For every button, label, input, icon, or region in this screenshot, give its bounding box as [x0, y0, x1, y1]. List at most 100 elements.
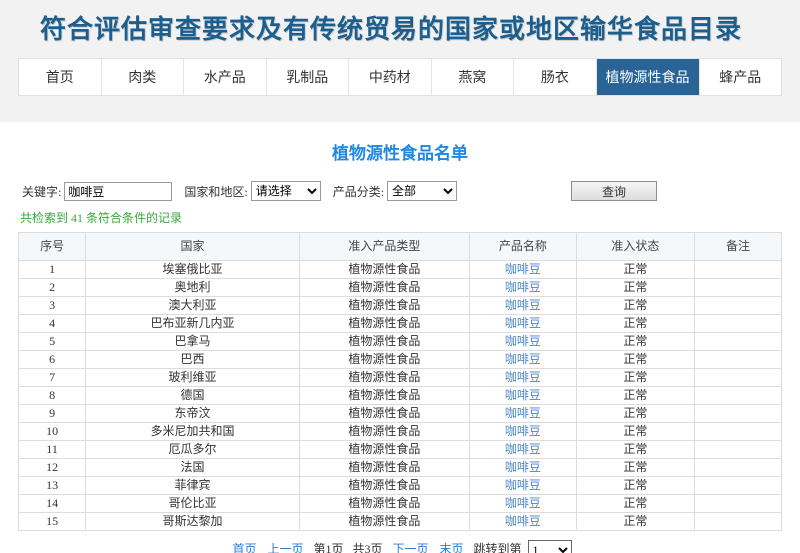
cell-status: 正常: [576, 441, 694, 459]
product-link[interactable]: 咖啡豆: [505, 262, 541, 276]
cell-product: 咖啡豆: [469, 315, 576, 333]
cell-status: 正常: [576, 405, 694, 423]
cell-remark: [694, 315, 781, 333]
product-link[interactable]: 咖啡豆: [505, 388, 541, 402]
category-label: 产品分类:: [333, 183, 384, 200]
cell-status: 正常: [576, 495, 694, 513]
table-row: 12 法国 植物源性食品 咖啡豆 正常: [19, 459, 782, 477]
cell-country: 巴拿马: [86, 333, 300, 351]
cell-no: 14: [19, 495, 86, 513]
cell-country: 多米尼加共和国: [86, 423, 300, 441]
cell-type: 植物源性食品: [299, 441, 469, 459]
product-link[interactable]: 咖啡豆: [505, 460, 541, 474]
nav-tab[interactable]: 燕窝: [432, 59, 515, 95]
pagination-last-link[interactable]: 末页: [440, 542, 464, 553]
cell-country: 巴布亚新几内亚: [86, 315, 300, 333]
cell-no: 2: [19, 279, 86, 297]
nav-tab[interactable]: 植物源性食品: [597, 59, 700, 95]
cell-remark: [694, 459, 781, 477]
cell-remark: [694, 297, 781, 315]
product-link[interactable]: 咖啡豆: [505, 496, 541, 510]
country-label: 国家和地区:: [184, 183, 247, 200]
pagination-next-link[interactable]: 下一页: [393, 542, 429, 553]
cell-remark: [694, 351, 781, 369]
search-button[interactable]: 查询: [571, 181, 657, 201]
pagination-prev-link[interactable]: 上一页: [267, 542, 303, 553]
product-link[interactable]: 咖啡豆: [505, 442, 541, 456]
cell-product: 咖啡豆: [469, 459, 576, 477]
country-select[interactable]: 请选择: [251, 181, 321, 201]
results-table: 序号 国家 准入产品类型 产品名称 准入状态 备注 1 埃塞俄比亚 植物源性食品…: [18, 232, 782, 531]
product-link[interactable]: 咖啡豆: [505, 316, 541, 330]
product-link[interactable]: 咖啡豆: [505, 334, 541, 348]
cell-status: 正常: [576, 333, 694, 351]
cell-no: 5: [19, 333, 86, 351]
cell-type: 植物源性食品: [299, 297, 469, 315]
pagination-jump-select[interactable]: 1: [528, 540, 572, 553]
table-row: 11 厄瓜多尔 植物源性食品 咖啡豆 正常: [19, 441, 782, 459]
col-header-no: 序号: [19, 233, 86, 261]
cell-type: 植物源性食品: [299, 405, 469, 423]
product-link[interactable]: 咖啡豆: [505, 280, 541, 294]
section-title: 植物源性食品名单: [18, 139, 782, 164]
cell-type: 植物源性食品: [299, 387, 469, 405]
nav-tab[interactable]: 水产品: [184, 59, 267, 95]
nav-tab[interactable]: 首页: [19, 59, 102, 95]
col-header-type: 准入产品类型: [299, 233, 469, 261]
cell-product: 咖啡豆: [469, 495, 576, 513]
cell-status: 正常: [576, 261, 694, 279]
cell-country: 菲律宾: [86, 477, 300, 495]
cell-product: 咖啡豆: [469, 423, 576, 441]
nav-tab[interactable]: 肉类: [102, 59, 185, 95]
pagination-current-page: 第1页: [313, 542, 343, 553]
cell-country: 哥伦比亚: [86, 495, 300, 513]
cell-remark: [694, 513, 781, 531]
nav-tab[interactable]: 乳制品: [267, 59, 350, 95]
cell-status: 正常: [576, 369, 694, 387]
keyword-input[interactable]: [64, 182, 172, 201]
cell-country: 法国: [86, 459, 300, 477]
cell-status: 正常: [576, 387, 694, 405]
category-select[interactable]: 全部: [387, 181, 457, 201]
cell-type: 植物源性食品: [299, 261, 469, 279]
product-link[interactable]: 咖啡豆: [505, 352, 541, 366]
cell-country: 澳大利亚: [86, 297, 300, 315]
cell-product: 咖啡豆: [469, 297, 576, 315]
cell-country: 厄瓜多尔: [86, 441, 300, 459]
cell-product: 咖啡豆: [469, 477, 576, 495]
product-link[interactable]: 咖啡豆: [505, 298, 541, 312]
nav-tab[interactable]: 肠衣: [514, 59, 597, 95]
pagination-first-link[interactable]: 首页: [232, 542, 256, 553]
cell-no: 6: [19, 351, 86, 369]
product-link[interactable]: 咖啡豆: [505, 424, 541, 438]
result-summary: 共检索到 41 条符合条件的记录: [20, 209, 782, 226]
product-link[interactable]: 咖啡豆: [505, 514, 541, 528]
cell-no: 10: [19, 423, 86, 441]
cell-type: 植物源性食品: [299, 513, 469, 531]
cell-no: 8: [19, 387, 86, 405]
cell-status: 正常: [576, 279, 694, 297]
cell-remark: [694, 369, 781, 387]
cell-remark: [694, 495, 781, 513]
product-link[interactable]: 咖啡豆: [505, 406, 541, 420]
cell-remark: [694, 279, 781, 297]
cell-type: 植物源性食品: [299, 423, 469, 441]
cell-status: 正常: [576, 315, 694, 333]
table-row: 4 巴布亚新几内亚 植物源性食品 咖啡豆 正常: [19, 315, 782, 333]
cell-no: 15: [19, 513, 86, 531]
cell-country: 德国: [86, 387, 300, 405]
cell-no: 13: [19, 477, 86, 495]
page-title: 符合评估审查要求及有传统贸易的国家或地区输华食品目录: [0, 15, 800, 45]
cell-product: 咖啡豆: [469, 261, 576, 279]
product-link[interactable]: 咖啡豆: [505, 478, 541, 492]
pagination-jump-label: 跳转到第: [474, 542, 522, 553]
cell-country: 哥斯达黎加: [86, 513, 300, 531]
nav-tab[interactable]: 中药材: [349, 59, 432, 95]
table-row: 6 巴西 植物源性食品 咖啡豆 正常: [19, 351, 782, 369]
cell-country: 巴西: [86, 351, 300, 369]
cell-remark: [694, 387, 781, 405]
cell-no: 1: [19, 261, 86, 279]
product-link[interactable]: 咖啡豆: [505, 370, 541, 384]
table-row: 2 奥地利 植物源性食品 咖啡豆 正常: [19, 279, 782, 297]
nav-tab[interactable]: 蜂产品: [700, 59, 782, 95]
